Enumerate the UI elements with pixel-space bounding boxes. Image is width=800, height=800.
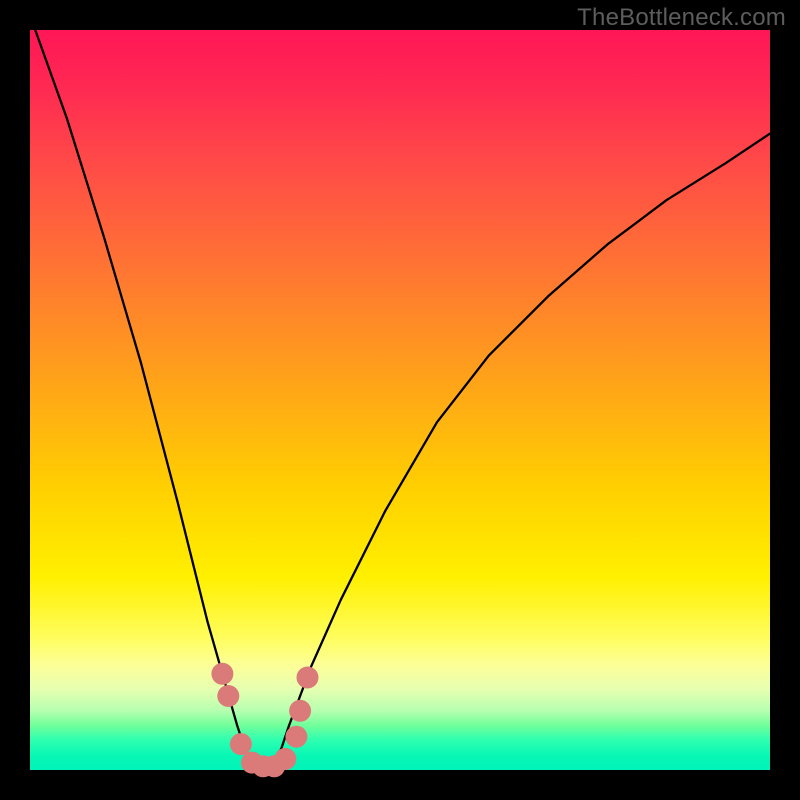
marker-group [211,663,318,778]
marker-right-upper [297,667,319,689]
bottleneck-curve [30,15,770,770]
marker-elbow-right [285,726,307,748]
marker-trough-rt [274,748,296,770]
curve-layer [30,30,770,770]
marker-left-mid [217,685,239,707]
marker-elbow-left [230,733,252,755]
bottleneck-curve-path [30,15,770,770]
marker-right-mid [289,700,311,722]
watermark-text: TheBottleneck.com [577,4,786,32]
marker-left-upper [211,663,233,685]
chart-frame: TheBottleneck.com [0,0,800,800]
plot-area [30,30,770,770]
